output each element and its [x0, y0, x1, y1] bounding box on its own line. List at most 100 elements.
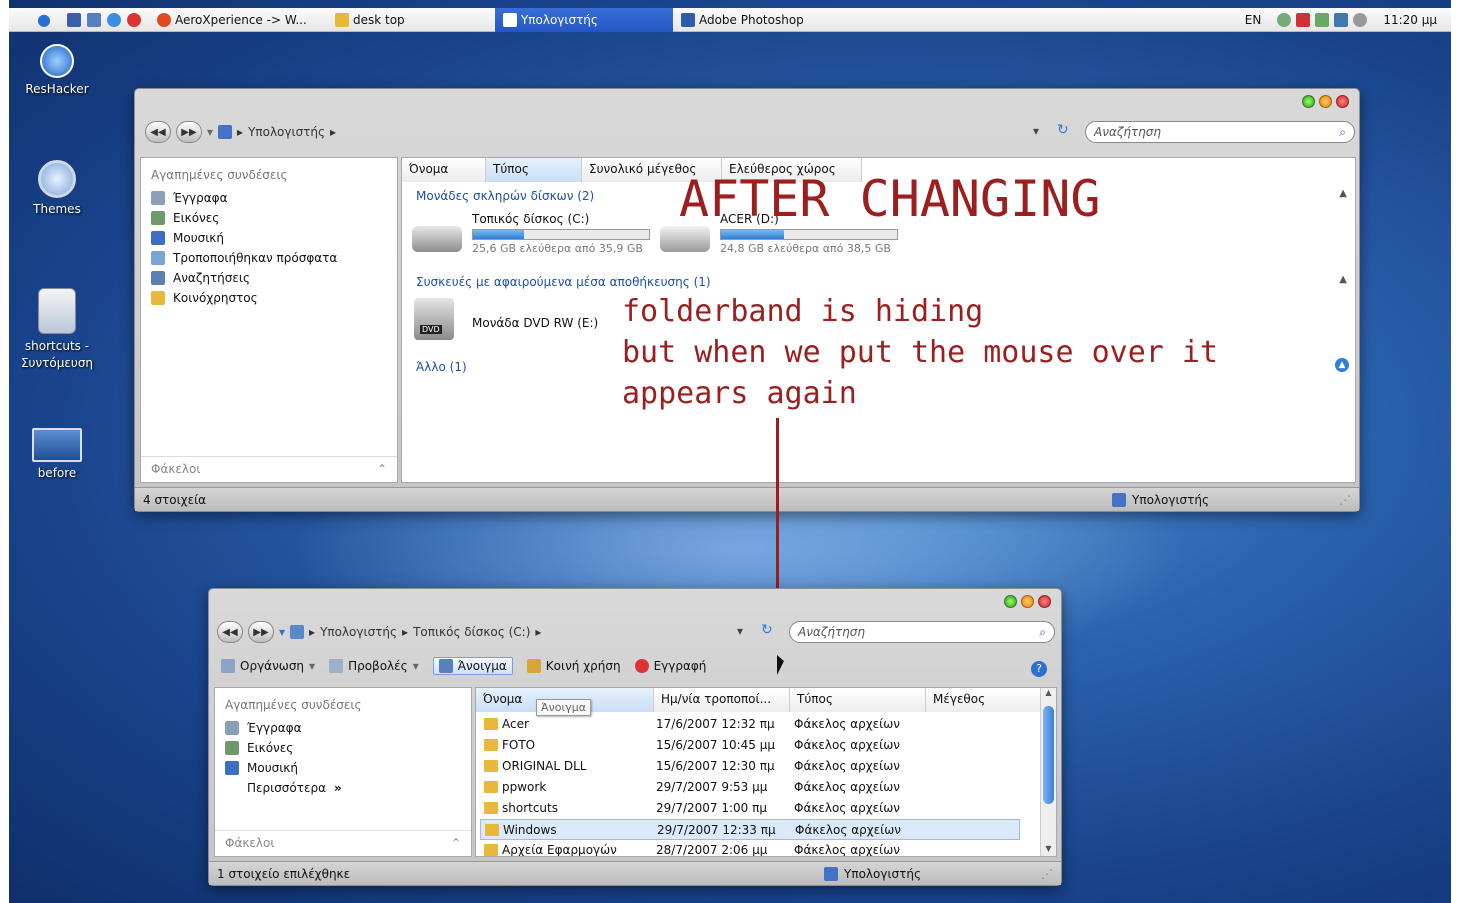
group-header-hard-disks[interactable]: Μονάδες σκληρών δίσκων (2) [416, 189, 594, 203]
show-desktop-icon[interactable] [66, 12, 81, 27]
minimize-button[interactable] [1004, 595, 1017, 608]
photoshop-icon [680, 12, 695, 27]
close-button[interactable] [1336, 95, 1349, 108]
scroll-up-icon[interactable]: ▲ [1041, 688, 1056, 702]
clock[interactable]: 11:20 μμ [1375, 8, 1451, 32]
nav-item-documents[interactable]: Έγγραφα [215, 718, 471, 738]
nav-item-more[interactable]: Περισσότερα» [215, 778, 471, 798]
resize-grip-icon[interactable]: ⋰ [1041, 867, 1053, 881]
dvd-drive[interactable]: DVD Μονάδα DVD RW (E:) [410, 298, 598, 340]
expand-group-icon[interactable]: ▲ [1335, 358, 1349, 372]
refresh-icon[interactable]: ↻ [1057, 122, 1069, 138]
monitor-icon[interactable] [1334, 12, 1349, 27]
column-header-size[interactable]: Μέγεθος [926, 688, 1044, 712]
views-button[interactable]: Προβολές ▾ [329, 659, 419, 673]
nav-item-pictures[interactable]: Εικόνες [215, 738, 471, 758]
table-row[interactable]: ppwork 29/7/2007 9:53 μμ Φάκελος αρχείων [480, 777, 1020, 798]
column-header-name[interactable]: Όνομα [402, 158, 486, 182]
clipboard-icon[interactable] [1315, 12, 1330, 27]
forward-button[interactable]: ▶▶ [248, 621, 274, 643]
breadcrumb-computer[interactable]: Υπολογιστής [248, 125, 325, 139]
window-switch-icon[interactable] [86, 12, 101, 27]
close-button[interactable] [1038, 595, 1051, 608]
address-dropdown-icon[interactable]: ▾ [737, 624, 743, 638]
folders-bar[interactable]: Φάκελοι ⌃ [141, 456, 397, 482]
scroll-down-icon[interactable]: ▼ [1041, 844, 1056, 856]
collapse-group-icon[interactable]: ▲ [1339, 274, 1347, 285]
back-button[interactable]: ◀◀ [217, 621, 243, 643]
nav-item-pictures[interactable]: Εικόνες [141, 208, 397, 228]
column-header-type[interactable]: Τύπος [486, 158, 582, 182]
organize-icon [221, 659, 235, 673]
group-header-removable[interactable]: Συσκευές με αφαιρούμενα μέσα αποθήκευσης… [416, 275, 711, 289]
taskbar-item-photoshop[interactable]: Adobe Photoshop [673, 8, 893, 32]
search-icon[interactable]: ⌕ [1039, 625, 1046, 640]
column-header-date-modified[interactable]: Ημ/νία τροποποί... [654, 688, 790, 712]
nav-item-documents[interactable]: Έγγραφα [141, 188, 397, 208]
folder-icon [484, 739, 498, 751]
documents-icon [151, 191, 165, 205]
nav-item-searches[interactable]: Αναζητήσεις [141, 268, 397, 288]
vertical-scrollbar[interactable]: ▲ ▼ [1040, 688, 1056, 856]
table-row[interactable]: ORIGINAL DLL 15/6/2007 12:30 πμ Φάκελος αρ… [480, 756, 1020, 777]
computer-icon [502, 12, 517, 27]
breadcrumb-separator-icon: ▸ [237, 125, 244, 139]
table-row[interactable]: Windows 29/7/2007 12:33 πμ Φάκελος αρχείων [480, 819, 1020, 840]
address-dropdown-icon[interactable]: ▾ [1033, 124, 1039, 138]
breadcrumb-local-disk[interactable]: Τοπικός δίσκος (C:) [413, 625, 530, 639]
drive-c[interactable]: Τοπικός δίσκος (C:) 25,6 GB ελεύθερα από… [410, 212, 650, 255]
language-indicator[interactable]: EN [1237, 8, 1270, 32]
nav-item-music[interactable]: Μουσική [215, 758, 471, 778]
file-name-cell: ppwork [502, 780, 547, 794]
nav-item-public[interactable]: Κοινόχρηστος [141, 288, 397, 308]
taskbar-item-computer[interactable]: Υπολογιστής [494, 7, 673, 32]
maximize-button[interactable] [1319, 95, 1332, 108]
forward-button[interactable]: ▶▶ [176, 121, 202, 143]
resize-grip-icon[interactable]: ⋰ [1339, 493, 1351, 507]
refresh-icon[interactable]: ↻ [761, 622, 773, 638]
volume-icon[interactable] [1353, 12, 1368, 27]
table-row[interactable]: FOTO 15/6/2007 10:45 μμ Φάκελος αρχείων [480, 735, 1020, 756]
tray-icons [1269, 8, 1375, 32]
minimize-button[interactable] [1302, 95, 1315, 108]
ie-icon[interactable] [106, 12, 121, 27]
address-bar[interactable]: ◀◀ ▶▶ ▾ ▸ Υπολογιστής ▸ [145, 121, 336, 143]
folders-bar[interactable]: Φάκελοι ⌃ [215, 830, 471, 856]
column-header-type[interactable]: Τύπος [790, 688, 926, 712]
desktop-icon-before[interactable]: before [9, 428, 105, 480]
help-icon[interactable]: ? [1031, 661, 1047, 677]
scrollbar-thumb[interactable] [1043, 706, 1054, 804]
nav-item-music[interactable]: Μουσική [141, 228, 397, 248]
history-dropdown-icon[interactable]: ▾ [279, 625, 285, 639]
open-button[interactable]: Άνοιγμα [432, 657, 513, 675]
search-input[interactable]: Αναζήτηση ⌕ [789, 621, 1055, 643]
taskbar-item-desktop[interactable]: desk top [327, 8, 495, 32]
table-row[interactable]: Αρχεία Εφαρμογών 28/7/2007 2:06 μμ Φάκελος… [480, 840, 1020, 856]
maximize-button[interactable] [1021, 595, 1034, 608]
table-row[interactable]: shortcuts 29/7/2007 1:00 πμ Φάκελος αρχείω… [480, 798, 1020, 819]
folder-icon [151, 291, 165, 305]
nav-item-recently-changed[interactable]: Τροποποιήθηκαν πρόσφατα [141, 248, 397, 268]
apple-menu-button[interactable]: ● [9, 8, 59, 32]
history-dropdown-icon[interactable]: ▾ [207, 125, 213, 139]
app-icon[interactable] [126, 12, 141, 27]
shield-icon[interactable] [1296, 12, 1311, 27]
chevron-down-icon: ▾ [412, 659, 419, 673]
share-button[interactable]: Κοινή χρήση [526, 659, 621, 673]
table-row[interactable]: Acer 17/6/2007 12:32 πμ Φάκελος αρχείων [480, 714, 1020, 735]
drive-d-usage-fill [721, 230, 785, 239]
network-icon[interactable] [1277, 12, 1292, 27]
desktop-icon-shortcuts[interactable]: shortcuts - Συντόμευση [9, 288, 105, 372]
group-header-other[interactable]: Άλλο (1) [416, 360, 467, 374]
burn-button[interactable]: Εγγραφή [634, 659, 706, 673]
taskbar-item-aeroxperience[interactable]: AeroXperience -> W... [149, 8, 327, 32]
search-input[interactable]: Αναζήτηση ⌕ [1085, 121, 1355, 143]
desktop-icon-reshacker[interactable]: ResHacker [9, 44, 105, 96]
address-bar[interactable]: ◀◀ ▶▶ ▾ ▸ Υπολογιστής ▸ Τοπικός δίσκος (… [217, 621, 541, 643]
organize-button[interactable]: Οργάνωση ▾ [221, 659, 315, 673]
search-icon[interactable]: ⌕ [1339, 125, 1346, 140]
breadcrumb-computer[interactable]: Υπολογιστής [320, 625, 397, 639]
collapse-group-icon[interactable]: ▲ [1339, 188, 1347, 199]
back-button[interactable]: ◀◀ [145, 121, 171, 143]
desktop-icon-themes[interactable]: Themes [9, 160, 105, 216]
